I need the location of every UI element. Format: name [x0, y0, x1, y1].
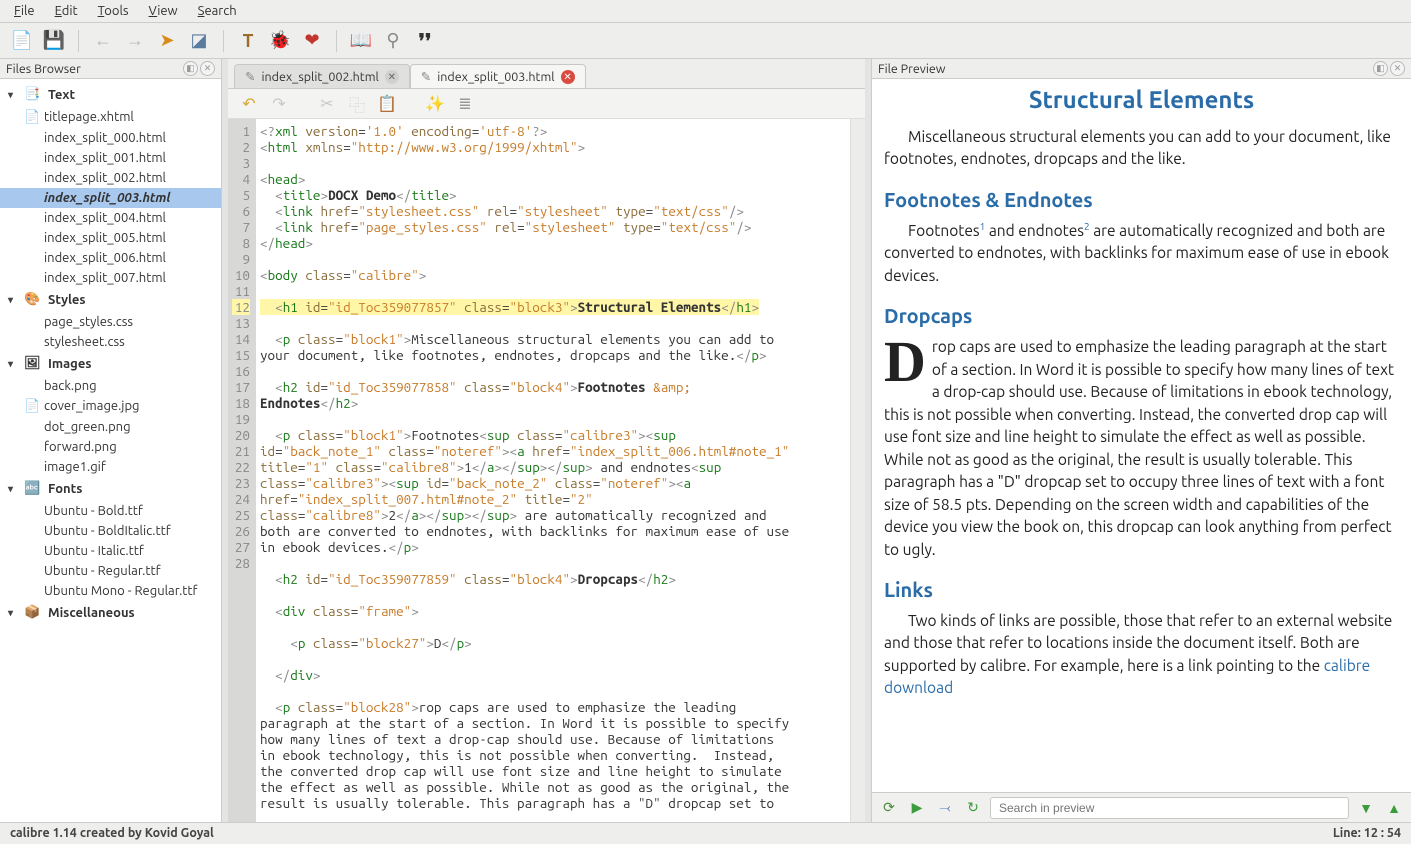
editor-tab[interactable]: ✎index_split_002.html✕ [234, 64, 410, 88]
file-item[interactable]: index_split_005.html [0, 228, 221, 248]
save-icon[interactable]: 💾 [42, 29, 66, 53]
preview-p1: Miscellaneous structural elements you ca… [884, 126, 1399, 171]
menubar: File Edit Tools View Search [0, 0, 1411, 23]
preview-toolbar: ⟳ ▶ ⤙ ↻ ▼ ▲ [872, 792, 1411, 822]
pointer-icon[interactable]: ➤ [155, 29, 179, 53]
menu-search[interactable]: Search [190, 2, 245, 20]
back-icon[interactable]: ← [91, 29, 115, 53]
preview-search-input[interactable] [990, 797, 1349, 819]
preview-h2a: Footnotes & Endnotes [884, 185, 1399, 214]
undo-icon[interactable]: ↶ [238, 93, 260, 115]
file-item[interactable]: stylesheet.css [0, 332, 221, 352]
file-item[interactable]: dot_green.png [0, 417, 221, 437]
preview-h1: Structural Elements [884, 83, 1399, 118]
close-preview-icon[interactable]: ✕ [1390, 61, 1405, 76]
line-gutter: 1234567891011121314151617181920212223242… [228, 119, 256, 822]
split-icon[interactable]: ⤙ [934, 797, 956, 819]
files-browser-title: Files Browser ◧✕ [0, 59, 221, 79]
file-item[interactable]: index_split_000.html [0, 128, 221, 148]
bug-icon[interactable]: 🐞 [268, 29, 292, 53]
book-icon[interactable]: 📖 [349, 29, 373, 53]
paste-icon[interactable]: 📋 [376, 93, 398, 115]
file-item[interactable]: index_split_004.html [0, 208, 221, 228]
detach-icon[interactable]: ◧ [183, 61, 198, 76]
menu-edit[interactable]: Edit [47, 2, 86, 20]
play-icon[interactable]: ▶ [906, 797, 928, 819]
heart-icon[interactable]: ❤ [300, 29, 324, 53]
file-item[interactable]: 📄titlepage.xhtml [0, 107, 221, 128]
search-down-icon[interactable]: ▼ [1355, 797, 1377, 819]
editor-toolbar: ↶ ↷ ✂ ⿻ 📋 ✨ ≣ [228, 89, 865, 119]
preview-h2b: Dropcaps [884, 301, 1399, 330]
forward-icon[interactable]: → [123, 29, 147, 53]
file-preview-title: File Preview ◧✕ [872, 59, 1411, 79]
sync-icon[interactable]: ⟳ [878, 797, 900, 819]
status-left: calibre 1.14 created by Kovid Goyal [10, 826, 214, 841]
file-item[interactable]: index_split_003.html [0, 188, 221, 208]
menu-view[interactable]: View [141, 2, 186, 20]
code-editor[interactable]: 1234567891011121314151617181920212223242… [228, 119, 865, 822]
quote-icon[interactable]: ❜❜ [413, 29, 437, 53]
copy-icon[interactable]: ⿻ [346, 93, 368, 115]
file-item[interactable]: index_split_002.html [0, 168, 221, 188]
file-item[interactable]: index_split_007.html [0, 268, 221, 288]
file-item[interactable]: forward.png [0, 437, 221, 457]
cut-icon[interactable]: ✂ [316, 93, 338, 115]
close-panel-icon[interactable]: ✕ [200, 61, 215, 76]
preview-p4: Two kinds of links are possible, those t… [884, 610, 1399, 700]
check-icon[interactable]: ◪ [187, 29, 211, 53]
text-icon[interactable]: T [236, 29, 260, 53]
file-item[interactable]: index_split_006.html [0, 248, 221, 268]
list-icon[interactable]: ≣ [454, 93, 476, 115]
redo-icon[interactable]: ↷ [268, 93, 290, 115]
menu-file[interactable]: File [6, 2, 43, 20]
preview-body[interactable]: Structural Elements Miscellaneous struct… [872, 79, 1411, 792]
detach-preview-icon[interactable]: ◧ [1373, 61, 1388, 76]
category-text[interactable]: 📑 Text [0, 83, 221, 107]
person-icon[interactable]: ⚲ [381, 29, 405, 53]
toolbar: 📄 💾 ← → ➤ ◪ T 🐞 ❤ 📖 ⚲ ❜❜ [0, 23, 1411, 59]
preview-p2: Footnotes1 and endnotes2 are automatical… [884, 220, 1399, 288]
editor-tabs: ✎index_split_002.html✕✎index_split_003.h… [228, 59, 865, 89]
file-item[interactable]: page_styles.css [0, 312, 221, 332]
prettify-icon[interactable]: ✨ [424, 93, 446, 115]
editor-tab[interactable]: ✎index_split_003.html✕ [410, 64, 586, 88]
category-styles[interactable]: 🎨 Styles [0, 288, 221, 312]
file-item[interactable]: index_split_001.html [0, 148, 221, 168]
file-item[interactable]: Ubuntu - BoldItalic.ttf [0, 521, 221, 541]
file-item[interactable]: 📄cover_image.jpg [0, 396, 221, 417]
file-item[interactable]: Ubuntu - Bold.ttf [0, 501, 221, 521]
file-item[interactable]: image1.gif [0, 457, 221, 477]
files-browser-panel: Files Browser ◧✕ 📑 Text📄titlepage.xhtmli… [0, 59, 222, 822]
menu-tools[interactable]: Tools [90, 2, 137, 20]
status-right: Line: 12 : 54 [1333, 826, 1401, 841]
file-item[interactable]: Ubuntu Mono - Regular.ttf [0, 581, 221, 601]
code-area[interactable]: <?xml version='1.0' encoding='utf-8'?> <… [256, 119, 850, 822]
file-item[interactable]: Ubuntu - Italic.ttf [0, 541, 221, 561]
category-miscellaneous[interactable]: 📦 Miscellaneous [0, 601, 221, 625]
preview-h2c: Links [884, 575, 1399, 604]
editor-area: ✎index_split_002.html✕✎index_split_003.h… [228, 59, 865, 822]
search-up-icon[interactable]: ▲ [1383, 797, 1405, 819]
tab-close-icon[interactable]: ✕ [561, 70, 575, 84]
preview-p3: Drop caps are used to emphasize the lead… [884, 336, 1399, 561]
editor-scrollbar[interactable] [850, 119, 865, 822]
category-images[interactable]: 🖼 Images [0, 352, 221, 376]
file-item[interactable]: back.png [0, 376, 221, 396]
file-item[interactable]: Ubuntu - Regular.ttf [0, 561, 221, 581]
refresh-icon[interactable]: ↻ [962, 797, 984, 819]
statusbar: calibre 1.14 created by Kovid Goyal Line… [0, 822, 1411, 844]
file-preview-panel: File Preview ◧✕ Structural Elements Misc… [871, 59, 1411, 822]
category-fonts[interactable]: 🔤 Fonts [0, 477, 221, 501]
new-file-icon[interactable]: 📄 [10, 29, 34, 53]
files-browser-body[interactable]: 📑 Text📄titlepage.xhtmlindex_split_000.ht… [0, 79, 221, 822]
tab-close-icon[interactable]: ✕ [385, 70, 399, 84]
